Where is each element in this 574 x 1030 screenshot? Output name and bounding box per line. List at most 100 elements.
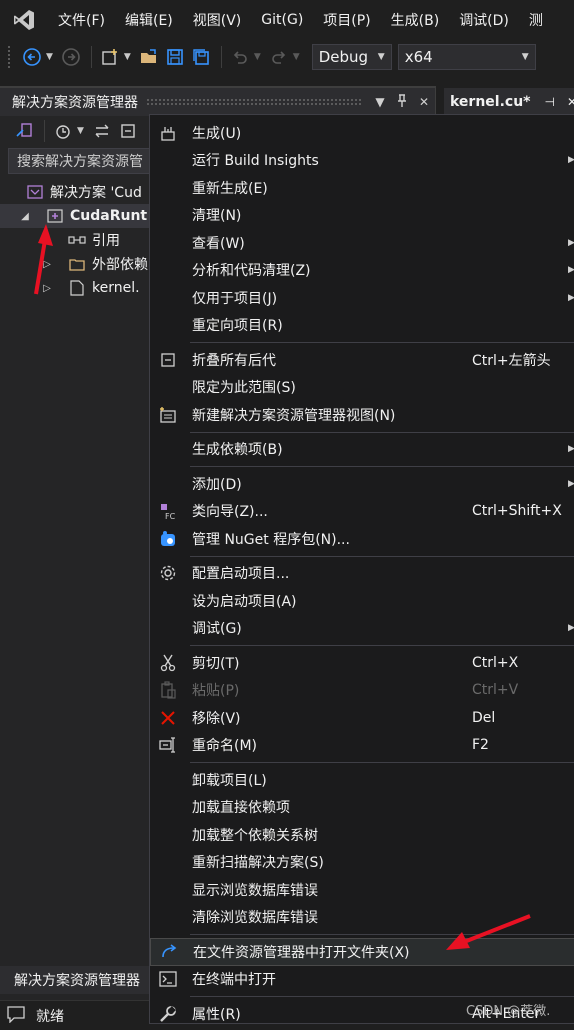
build-icon (150, 119, 186, 146)
menu-edit[interactable]: 编辑(E) (115, 10, 183, 30)
platform-select[interactable]: x64 ▼ (397, 44, 536, 70)
context-menu-item[interactable]: 查看(W) ▶ (150, 229, 574, 257)
context-menu-item[interactable]: 生成依赖项(B) ▶ (150, 436, 574, 464)
context-menu-item[interactable]: 重新生成(E) (150, 174, 574, 202)
solution-icon (26, 183, 44, 201)
context-menu-item[interactable]: 重定向项目(R) (150, 312, 574, 340)
icon-gutter (150, 374, 186, 401)
tree-item-label: kernel. (92, 280, 140, 296)
collapse-all-icon[interactable] (116, 119, 140, 143)
context-menu-item[interactable]: 仅用于项目(J) ▶ (150, 284, 574, 312)
back-icon[interactable] (20, 45, 44, 69)
terminal-icon (150, 966, 186, 993)
context-menu-item[interactable]: 加载直接依赖项 (150, 794, 574, 822)
context-menu-item[interactable]: 配置启动项目... (150, 560, 574, 588)
icon-gutter (150, 849, 186, 876)
context-menu-item[interactable]: 清理(N) (150, 202, 574, 230)
redo-icon[interactable] (267, 45, 291, 69)
gear-icon (150, 560, 186, 587)
back-dropdown-icon[interactable]: ▼ (46, 52, 53, 62)
context-menu-item[interactable]: 显示浏览数据库错误 (150, 876, 574, 904)
icon-gutter (150, 876, 186, 903)
close-icon[interactable]: ✕ (413, 95, 435, 109)
menu-item-label: 属性(R) (192, 1006, 241, 1023)
context-menu-item[interactable]: 清除浏览数据库错误 (150, 904, 574, 932)
collapsed-arrow-icon[interactable]: ▷ (40, 259, 54, 270)
context-menu-item[interactable]: 剪切(T) Ctrl+X (150, 649, 574, 677)
chevron-down-icon: ▼ (521, 52, 529, 62)
pin-icon[interactable]: ⊣ (545, 95, 555, 109)
menu-item-shortcut: F2 (472, 737, 489, 754)
menu-item-label: 生成(U) (192, 125, 242, 142)
context-menu-item[interactable]: 限定为此范围(S) (150, 374, 574, 402)
context-menu-item[interactable]: 移除(V) Del (150, 704, 574, 732)
save-all-icon[interactable] (189, 45, 213, 69)
context-menu-item[interactable]: 在终端中打开 (150, 966, 574, 994)
main-toolbar: ▼ ▼ ▼ ▼ Debug ▼ x64 ▼ (0, 40, 574, 74)
visual-studio-logo-icon[interactable] (0, 0, 48, 40)
toolbar-separator (220, 46, 222, 68)
save-icon[interactable] (163, 45, 187, 69)
menu-item-label: 清除浏览数据库错误 (192, 910, 318, 927)
undo-dropdown-icon[interactable]: ▼ (254, 52, 261, 62)
context-menu-item[interactable]: 粘贴(P) Ctrl+V (150, 677, 574, 705)
submenu-arrow-icon: ▶ (568, 444, 574, 455)
new-view-icon (150, 401, 186, 428)
context-menu-item[interactable]: 分析和代码清理(Z) ▶ (150, 257, 574, 285)
menu-project[interactable]: 项目(P) (313, 10, 380, 30)
redo-dropdown-icon[interactable]: ▼ (293, 52, 300, 62)
new-project-icon[interactable] (98, 45, 122, 69)
configuration-select[interactable]: Debug ▼ (311, 44, 392, 70)
submenu-arrow-icon: ▶ (568, 265, 574, 276)
context-menu-item[interactable]: 重命名(M) F2 (150, 732, 574, 760)
menu-test[interactable]: 测 (519, 10, 553, 30)
menu-git[interactable]: Git(G) (251, 12, 313, 28)
pending-dropdown-icon[interactable]: ▼ (77, 126, 84, 136)
platform-value: x64 (404, 48, 433, 66)
header-drag-grip[interactable] (146, 98, 361, 106)
context-menu-item[interactable]: 加载整个依赖关系树 (150, 821, 574, 849)
remove-icon (150, 704, 186, 731)
file-icon (68, 279, 86, 297)
context-menu-item[interactable]: 卸载项目(L) (150, 766, 574, 794)
context-menu-item[interactable]: 生成(U) (150, 119, 574, 147)
switch-views-icon[interactable] (12, 119, 36, 143)
menu-debug[interactable]: 调试(D) (449, 10, 519, 30)
pending-changes-icon[interactable] (51, 119, 75, 143)
menu-item-label: 剪切(T) (192, 655, 240, 672)
rename-icon (150, 732, 186, 759)
forward-icon[interactable] (59, 45, 83, 69)
expanded-arrow-icon[interactable]: ◢ (18, 211, 32, 222)
open-folder-icon[interactable] (137, 45, 161, 69)
menu-file[interactable]: 文件(F) (48, 10, 115, 30)
class-wizard-icon: FC (150, 498, 186, 525)
tab-kernel-cu[interactable]: kernel.cu* ⊣ ✕ (444, 88, 574, 116)
svg-text:FC: FC (165, 512, 176, 520)
menu-build[interactable]: 生成(B) (381, 10, 450, 30)
bottom-tab-solution-explorer[interactable]: 解决方案资源管理器 (0, 966, 150, 994)
context-menu-item[interactable]: FC 类向导(Z)... Ctrl+Shift+X (150, 498, 574, 526)
context-menu-item[interactable]: 重新扫描解决方案(S) (150, 849, 574, 877)
context-menu-item[interactable]: 新建解决方案资源管理器视图(N) (150, 401, 574, 429)
menu-separator (190, 762, 574, 763)
context-menu-item[interactable]: 管理 NuGet 程序包(N)... (150, 525, 574, 553)
context-menu-item[interactable]: 添加(D) ▶ (150, 470, 574, 498)
panel-dropdown-icon[interactable]: ▼ (369, 95, 391, 109)
close-icon[interactable]: ✕ (567, 95, 574, 109)
menu-item-shortcut: Ctrl+Shift+X (472, 503, 562, 520)
context-menu-item[interactable]: 折叠所有后代 Ctrl+左箭头 (150, 346, 574, 374)
collapsed-arrow-icon[interactable]: ▷ (40, 283, 54, 294)
undo-icon[interactable] (228, 45, 252, 69)
context-menu-item[interactable]: 运行 Build Insights ▶ (150, 147, 574, 175)
context-menu-item[interactable]: 调试(G) ▶ (150, 615, 574, 643)
sync-icon[interactable] (90, 119, 114, 143)
new-dropdown-icon[interactable]: ▼ (124, 52, 131, 62)
context-menu-item[interactable]: 设为启动项目(A) (150, 587, 574, 615)
menu-item-shortcut: Del (472, 709, 496, 726)
submenu-arrow-icon: ▶ (568, 155, 574, 166)
menu-separator (190, 466, 574, 467)
toolbar-grip[interactable] (8, 46, 12, 68)
pin-icon[interactable] (391, 93, 413, 111)
context-menu-item[interactable]: 在文件资源管理器中打开文件夹(X) (150, 938, 574, 966)
menu-view[interactable]: 视图(V) (183, 10, 252, 30)
